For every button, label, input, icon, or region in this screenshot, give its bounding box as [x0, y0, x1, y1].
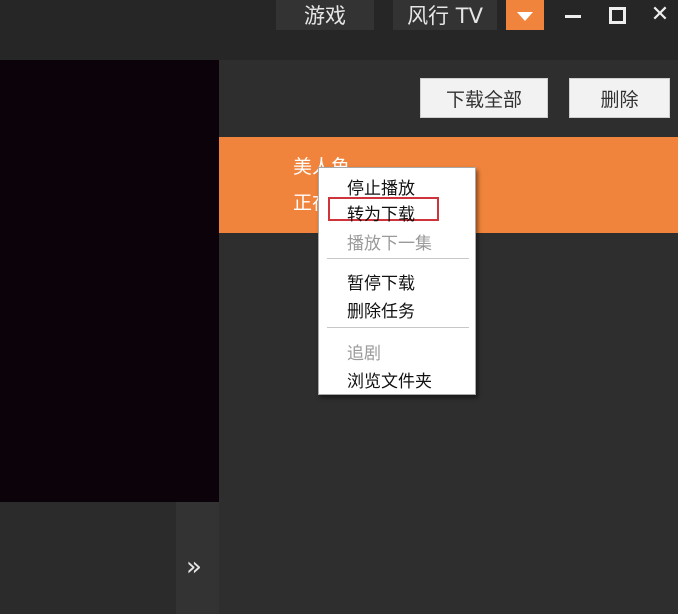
menu-item-browse-folder[interactable]: 浏览文件夹: [347, 367, 432, 392]
sidebar-bottom: [0, 502, 176, 614]
tab-games[interactable]: 游戏: [276, 0, 374, 30]
menu-item-convert-to-download[interactable]: 转为下载: [347, 200, 415, 225]
menu-item-follow-series: 追剧: [347, 344, 381, 364]
menu-item-stop-playback[interactable]: 停止播放: [347, 174, 415, 199]
expand-icon[interactable]: »: [186, 550, 202, 584]
tab-fengxing-tv[interactable]: 风行 TV: [393, 0, 497, 30]
menu-separator: [327, 327, 469, 328]
minimize-icon[interactable]: [562, 4, 584, 26]
menu-item-pause-download[interactable]: 暂停下载: [347, 269, 415, 294]
close-icon[interactable]: ✕: [649, 4, 671, 26]
menu-item-delete-task[interactable]: 删除任务: [347, 297, 415, 322]
title-bar: 游戏 风行 TV ✕: [0, 0, 678, 60]
delete-button[interactable]: 删除: [569, 78, 670, 118]
maximize-icon[interactable]: [606, 4, 628, 26]
context-menu: 停止播放 转为下载 播放下一集 暂停下载 删除任务 追剧 浏览文件夹: [318, 167, 476, 395]
menu-item-play-next-episode: 播放下一集: [347, 234, 432, 254]
chevron-down-icon: [517, 12, 533, 21]
video-player-area: [0, 60, 219, 502]
menu-separator: [327, 258, 469, 259]
download-all-button[interactable]: 下载全部: [420, 78, 548, 118]
main-menu-button[interactable]: [506, 0, 544, 30]
